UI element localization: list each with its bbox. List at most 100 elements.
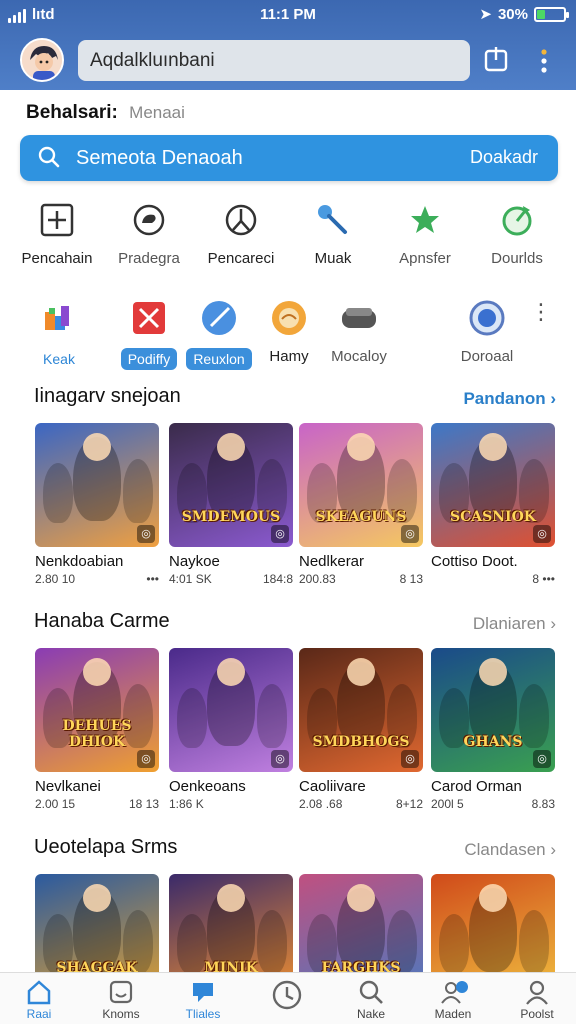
- download-badge-icon[interactable]: ◎: [271, 525, 289, 543]
- section-link-label: Pandanon: [463, 389, 546, 408]
- character-face: [217, 658, 245, 686]
- section-see-all-link[interactable]: Clandasen ›: [464, 840, 556, 860]
- status-bar: lıtd 11:1 PM ➤ 30%: [0, 0, 576, 30]
- nav-label: Maden: [434, 1007, 472, 1021]
- face-box-icon: [108, 979, 134, 1005]
- avatar[interactable]: [20, 38, 64, 82]
- game-card[interactable]: SMDEMOUS ◎ Naykoe 4:01 SK 184:8: [169, 423, 293, 586]
- game-card[interactable]: ◎ Nenkdoabian 2.80 10 •••: [35, 423, 159, 586]
- character-face: [83, 658, 111, 686]
- download-badge-icon[interactable]: ◎: [137, 525, 155, 543]
- star-badge-icon: [405, 200, 445, 240]
- character-face: [83, 433, 111, 461]
- saved-row: Behalsari: Menaai: [26, 102, 185, 124]
- game-logo-text: SMDEMOUS: [181, 509, 281, 525]
- battery-icon: [534, 6, 569, 22]
- gamepad-icon: [339, 298, 379, 338]
- game-card[interactable]: SCASNIOK ◎ Cottiso Doot. 8 •••: [431, 423, 555, 586]
- saved-label: Behalsari:: [26, 102, 118, 123]
- crossed-swords-icon: [129, 298, 169, 338]
- header-search-input[interactable]: Aqdalkluınbani: [78, 40, 470, 81]
- game-card[interactable]: GHANS ◎ Carod Orman 200l 5 8.83: [431, 648, 555, 811]
- game-card[interactable]: ◎ Oenkeoans 1:86 K: [169, 648, 293, 811]
- category-label: Keak: [43, 351, 75, 367]
- character-figure: [123, 459, 153, 523]
- category-item[interactable]: Mocaloy: [304, 298, 414, 365]
- game-thumbnail: DEHUES DHIOK ◎: [35, 648, 159, 772]
- nav-item-tliales[interactable]: Tliales: [168, 979, 238, 1021]
- character-figure: [257, 684, 287, 748]
- download-icon[interactable]: [484, 46, 508, 78]
- nav-item-profile[interactable]: Poolst: [502, 979, 572, 1021]
- game-extra: 18 13: [128, 797, 159, 811]
- key-icon: [313, 200, 353, 240]
- category-item[interactable]: Dourlds: [462, 200, 572, 267]
- download-badge-icon[interactable]: ◎: [533, 525, 551, 543]
- game-card[interactable]: DEHUES DHIOK ◎ Nevlkanei 2.00 15 18 13: [35, 648, 159, 811]
- chevron-right-icon: ›: [545, 614, 556, 633]
- section-link-label: Clandasen: [464, 840, 546, 859]
- chat-bubble-icon: [129, 200, 169, 240]
- game-name: Nedlkerar: [299, 553, 365, 570]
- game-name: Carod Orman: [431, 778, 522, 795]
- game-logo-text: DEHUES DHIOK: [62, 718, 132, 750]
- game-card[interactable]: SMDBHOGS ◎ Caoliivare 2.08 .68 8+12: [299, 648, 423, 811]
- game-thumbnail: SKEAGUNS ◎: [299, 423, 423, 547]
- game-thumbnail: SCASNIOK ◎: [431, 423, 555, 547]
- game-extra: 8 13: [399, 572, 423, 586]
- nav-item-search[interactable]: Nake: [336, 979, 406, 1021]
- game-meta: 200l 5 8.83: [431, 797, 555, 811]
- game-logo-text: GHANS: [463, 734, 523, 750]
- nav-item-home[interactable]: Raai: [4, 979, 74, 1021]
- download-badge-icon[interactable]: ◎: [137, 750, 155, 768]
- sword-icon: [199, 298, 239, 338]
- game-size: 1:86 K: [169, 797, 204, 811]
- section-see-all-link[interactable]: Pandanon ›: [463, 389, 556, 409]
- nav-label: Knoms: [102, 1007, 140, 1021]
- game-card[interactable]: SKEAGUNS ◎ Nedlkerar 200.83 8 13: [299, 423, 423, 586]
- character-face: [347, 884, 375, 912]
- game-extra: 8.83: [531, 797, 555, 811]
- character-figure: [43, 463, 73, 523]
- game-meta: 8 •••: [431, 572, 555, 586]
- home-icon: [26, 979, 52, 1005]
- character-face: [479, 658, 507, 686]
- nav-item-history[interactable]: [252, 979, 322, 1013]
- game-size: 2.08 .68: [299, 797, 343, 811]
- nav-item-knoms[interactable]: Knoms: [86, 979, 156, 1021]
- avatar-image: [22, 40, 62, 80]
- game-size: 2.80 10: [35, 572, 76, 586]
- game-extra: 8 •••: [532, 572, 555, 586]
- person-icon: [524, 979, 550, 1005]
- section-title: Hanaba Carme: [34, 610, 170, 632]
- nav-item-maden[interactable]: Maden: [418, 979, 488, 1021]
- nav-label: Poolst: [520, 1007, 554, 1021]
- shield-chat-icon: [190, 979, 216, 1005]
- section-see-all-link[interactable]: Dlaniaren ›: [473, 614, 556, 634]
- game-extra: •••: [146, 572, 159, 586]
- main-search-bar[interactable]: Semeota Denaoah Doakadr: [20, 135, 558, 181]
- character-face: [217, 884, 245, 912]
- game-name: Nevlkanei: [35, 778, 101, 795]
- category-item[interactable]: Doroaal: [432, 298, 542, 365]
- category-label: Dourlds: [491, 250, 543, 267]
- location-icon: ➤: [479, 6, 492, 23]
- clock-person-icon: [221, 200, 261, 240]
- character-face: [479, 884, 507, 912]
- main-search-placeholder: Semeota Denaoah: [76, 147, 243, 169]
- nav-label: Raai: [26, 1007, 52, 1021]
- download-badge-icon[interactable]: ◎: [401, 525, 419, 543]
- more-vertical-icon[interactable]: [540, 48, 548, 80]
- game-size: 200.83: [299, 572, 336, 586]
- game-name: Cottiso Doot.: [431, 553, 518, 570]
- character-figure: [177, 688, 207, 748]
- saved-value[interactable]: Menaai: [129, 103, 185, 122]
- game-name: Caoliivare: [299, 778, 366, 795]
- game-name: Nenkdoabian: [35, 553, 124, 570]
- search-action-label[interactable]: Doakadr: [470, 147, 538, 168]
- more-vertical-icon[interactable]: ⋮: [530, 301, 552, 323]
- download-badge-icon[interactable]: ◎: [533, 750, 551, 768]
- download-badge-icon[interactable]: ◎: [271, 750, 289, 768]
- sun-orb-icon: [269, 298, 309, 338]
- download-badge-icon[interactable]: ◎: [401, 750, 419, 768]
